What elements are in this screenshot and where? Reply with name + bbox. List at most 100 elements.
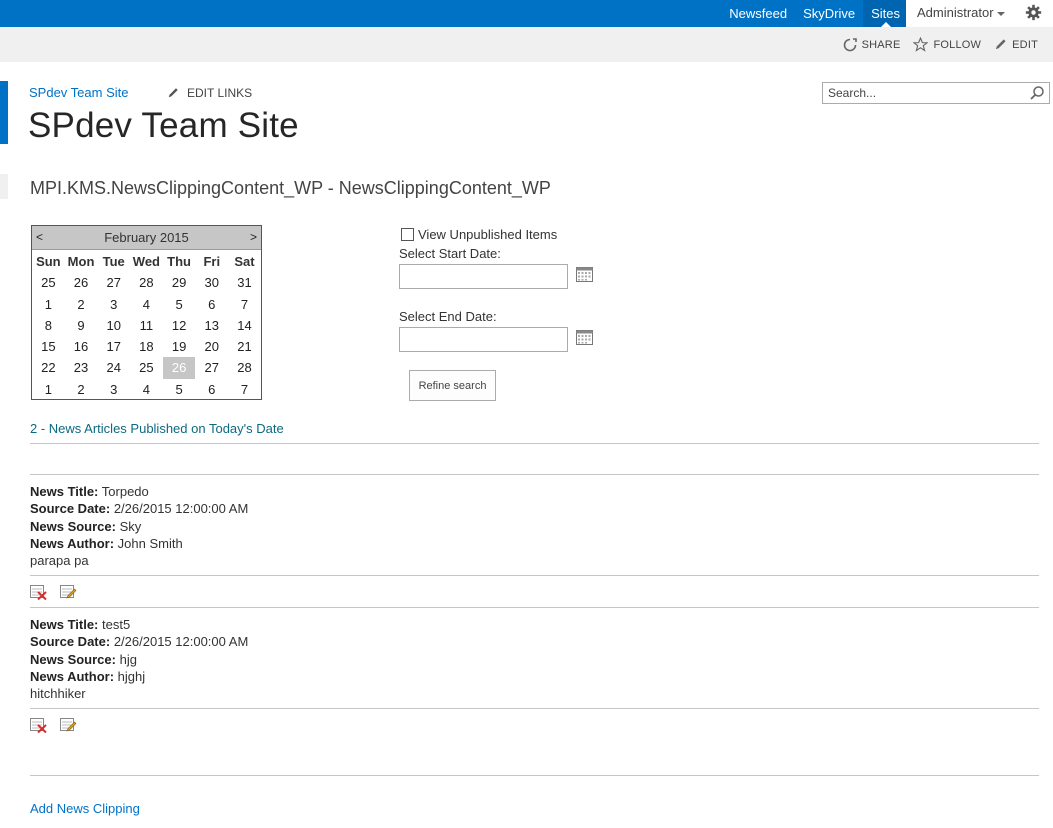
share-icon: [843, 37, 857, 51]
start-date-calendar-icon[interactable]: [576, 267, 593, 282]
calendar-day[interactable]: 10: [97, 315, 130, 336]
calendar-day[interactable]: 3: [97, 379, 130, 400]
calendar-day[interactable]: 1: [32, 379, 65, 400]
search-input[interactable]: [823, 83, 1023, 103]
calendar-day[interactable]: 17: [97, 336, 130, 357]
calendar-day[interactable]: 31: [228, 272, 261, 293]
field-label: News Source:: [30, 518, 116, 534]
calendar-week-row: 15 16 17 18 19 20 21: [32, 336, 261, 357]
calendar-next-button[interactable]: >: [250, 230, 257, 244]
calendar-month: February 2015: [104, 230, 189, 245]
share-label: SHARE: [861, 38, 901, 51]
field-label: News Author:: [30, 535, 115, 551]
add-news-clipping-link[interactable]: Add News Clipping: [30, 801, 140, 816]
view-unpublished-label: View Unpublished Items: [418, 227, 558, 242]
suite-link-sites[interactable]: Sites: [863, 0, 908, 27]
calendar-day[interactable]: 1: [32, 294, 65, 315]
calendar-day[interactable]: 27: [195, 357, 228, 378]
calendar-day[interactable]: 14: [228, 315, 261, 336]
calendar-day[interactable]: 25: [32, 272, 65, 293]
calendar-day[interactable]: 7: [228, 379, 261, 400]
news-author-value: hjghj: [117, 668, 146, 684]
calendar-day[interactable]: 20: [195, 336, 228, 357]
calendar-day[interactable]: 18: [130, 336, 163, 357]
follow-button[interactable]: FOLLOW: [913, 37, 981, 52]
calendar-day[interactable]: 6: [195, 379, 228, 400]
delete-icon[interactable]: [30, 718, 47, 733]
calendar-day[interactable]: 4: [130, 379, 163, 400]
end-date-label: Select End Date:: [399, 309, 497, 324]
calendar-day[interactable]: 9: [65, 315, 98, 336]
calendar-day[interactable]: 29: [163, 272, 196, 293]
calendar-weekday: Sun: [36, 254, 61, 269]
calendar-day[interactable]: 26: [65, 272, 98, 293]
gear-icon[interactable]: [1025, 4, 1042, 21]
start-date-label: Select Start Date:: [399, 246, 501, 261]
calendar-day[interactable]: 30: [195, 272, 228, 293]
user-menu[interactable]: Administrator: [917, 0, 1005, 25]
calendar-day[interactable]: 2: [65, 294, 98, 315]
start-date-input[interactable]: [399, 264, 568, 289]
edit-item-icon[interactable]: [60, 585, 77, 600]
news-author-value: John Smith: [117, 535, 183, 551]
calendar-day[interactable]: 25: [130, 357, 163, 378]
calendar-day[interactable]: 19: [163, 336, 196, 357]
calendar-day[interactable]: 8: [32, 315, 65, 336]
share-button[interactable]: SHARE: [843, 37, 901, 52]
calendar-day[interactable]: 21: [228, 336, 261, 357]
site-title[interactable]: SPdev Team Site: [28, 106, 299, 146]
article-actions-2: [30, 718, 90, 733]
calendar-week-row: 1234567: [32, 379, 261, 400]
news-article-2: News Title: test5 Source Date: 2/26/2015…: [30, 616, 248, 702]
view-unpublished-toggle[interactable]: View Unpublished Items: [401, 227, 557, 242]
breadcrumb-site-link[interactable]: SPdev Team Site: [29, 85, 128, 100]
date-calendar: February 2015 < > Sun Mon Tue Wed Thu Fri Sat 2…: [31, 225, 262, 400]
calendar-header: February 2015 < >: [32, 226, 261, 250]
suite-bar: Newsfeed SkyDrive Sites Administrator: [0, 0, 1053, 27]
divider: [30, 474, 1039, 475]
calendar-day[interactable]: 24: [97, 357, 130, 378]
pencil-icon: [995, 39, 1006, 50]
suite-link-newsfeed[interactable]: Newsfeed: [721, 0, 795, 27]
calendar-day[interactable]: 16: [65, 336, 98, 357]
calendar-day[interactable]: 2: [65, 379, 98, 400]
divider: [30, 443, 1039, 444]
calendar-day[interactable]: 15: [32, 336, 65, 357]
view-unpublished-checkbox[interactable]: [401, 228, 414, 241]
calendar-day[interactable]: 6: [195, 294, 228, 315]
calendar-day[interactable]: 22: [32, 357, 65, 378]
calendar-day[interactable]: 12: [163, 315, 196, 336]
calendar-day[interactable]: 4: [130, 294, 163, 315]
search-box: [822, 82, 1050, 104]
suite-link-skydrive[interactable]: SkyDrive: [795, 0, 863, 27]
edit-button[interactable]: EDIT: [994, 38, 1038, 51]
calendar-day[interactable]: 7: [228, 294, 261, 315]
edit-item-icon[interactable]: [60, 718, 77, 733]
calendar-day[interactable]: 27: [97, 272, 130, 293]
delete-icon[interactable]: [30, 585, 47, 600]
page-actions: SHARE FOLLOW EDIT: [830, 27, 1038, 62]
calendar-week-row: 1234567: [32, 294, 261, 315]
calendar-day-today[interactable]: 26: [162, 357, 196, 379]
divider: [30, 708, 1039, 709]
refine-search-button[interactable]: Refine search: [409, 370, 496, 401]
search-icon[interactable]: [1029, 85, 1045, 101]
calendar-day[interactable]: 11: [130, 315, 163, 336]
user-menu-area: Administrator: [906, 0, 1053, 27]
edit-links-button[interactable]: EDIT LINKS: [167, 86, 252, 100]
ribbon-bar: SHARE FOLLOW EDIT: [0, 27, 1053, 62]
news-title-value: test5: [102, 617, 131, 632]
calendar-day[interactable]: 23: [65, 357, 98, 378]
news-title-field: News Title: Torpedo: [30, 483, 248, 500]
calendar-day[interactable]: 28: [228, 357, 261, 378]
calendar-prev-button[interactable]: <: [36, 230, 43, 244]
caret-down-icon: [996, 11, 1005, 16]
calendar-day[interactable]: 5: [163, 294, 196, 315]
end-date-input[interactable]: [399, 327, 568, 352]
calendar-day[interactable]: 3: [97, 294, 130, 315]
end-date-calendar-icon[interactable]: [576, 330, 593, 345]
calendar-day[interactable]: 5: [163, 379, 196, 400]
calendar-day[interactable]: 28: [130, 272, 163, 293]
source-date-field: Source Date: 2/26/2015 12:00:00 AM: [30, 633, 248, 650]
calendar-day[interactable]: 13: [195, 315, 228, 336]
